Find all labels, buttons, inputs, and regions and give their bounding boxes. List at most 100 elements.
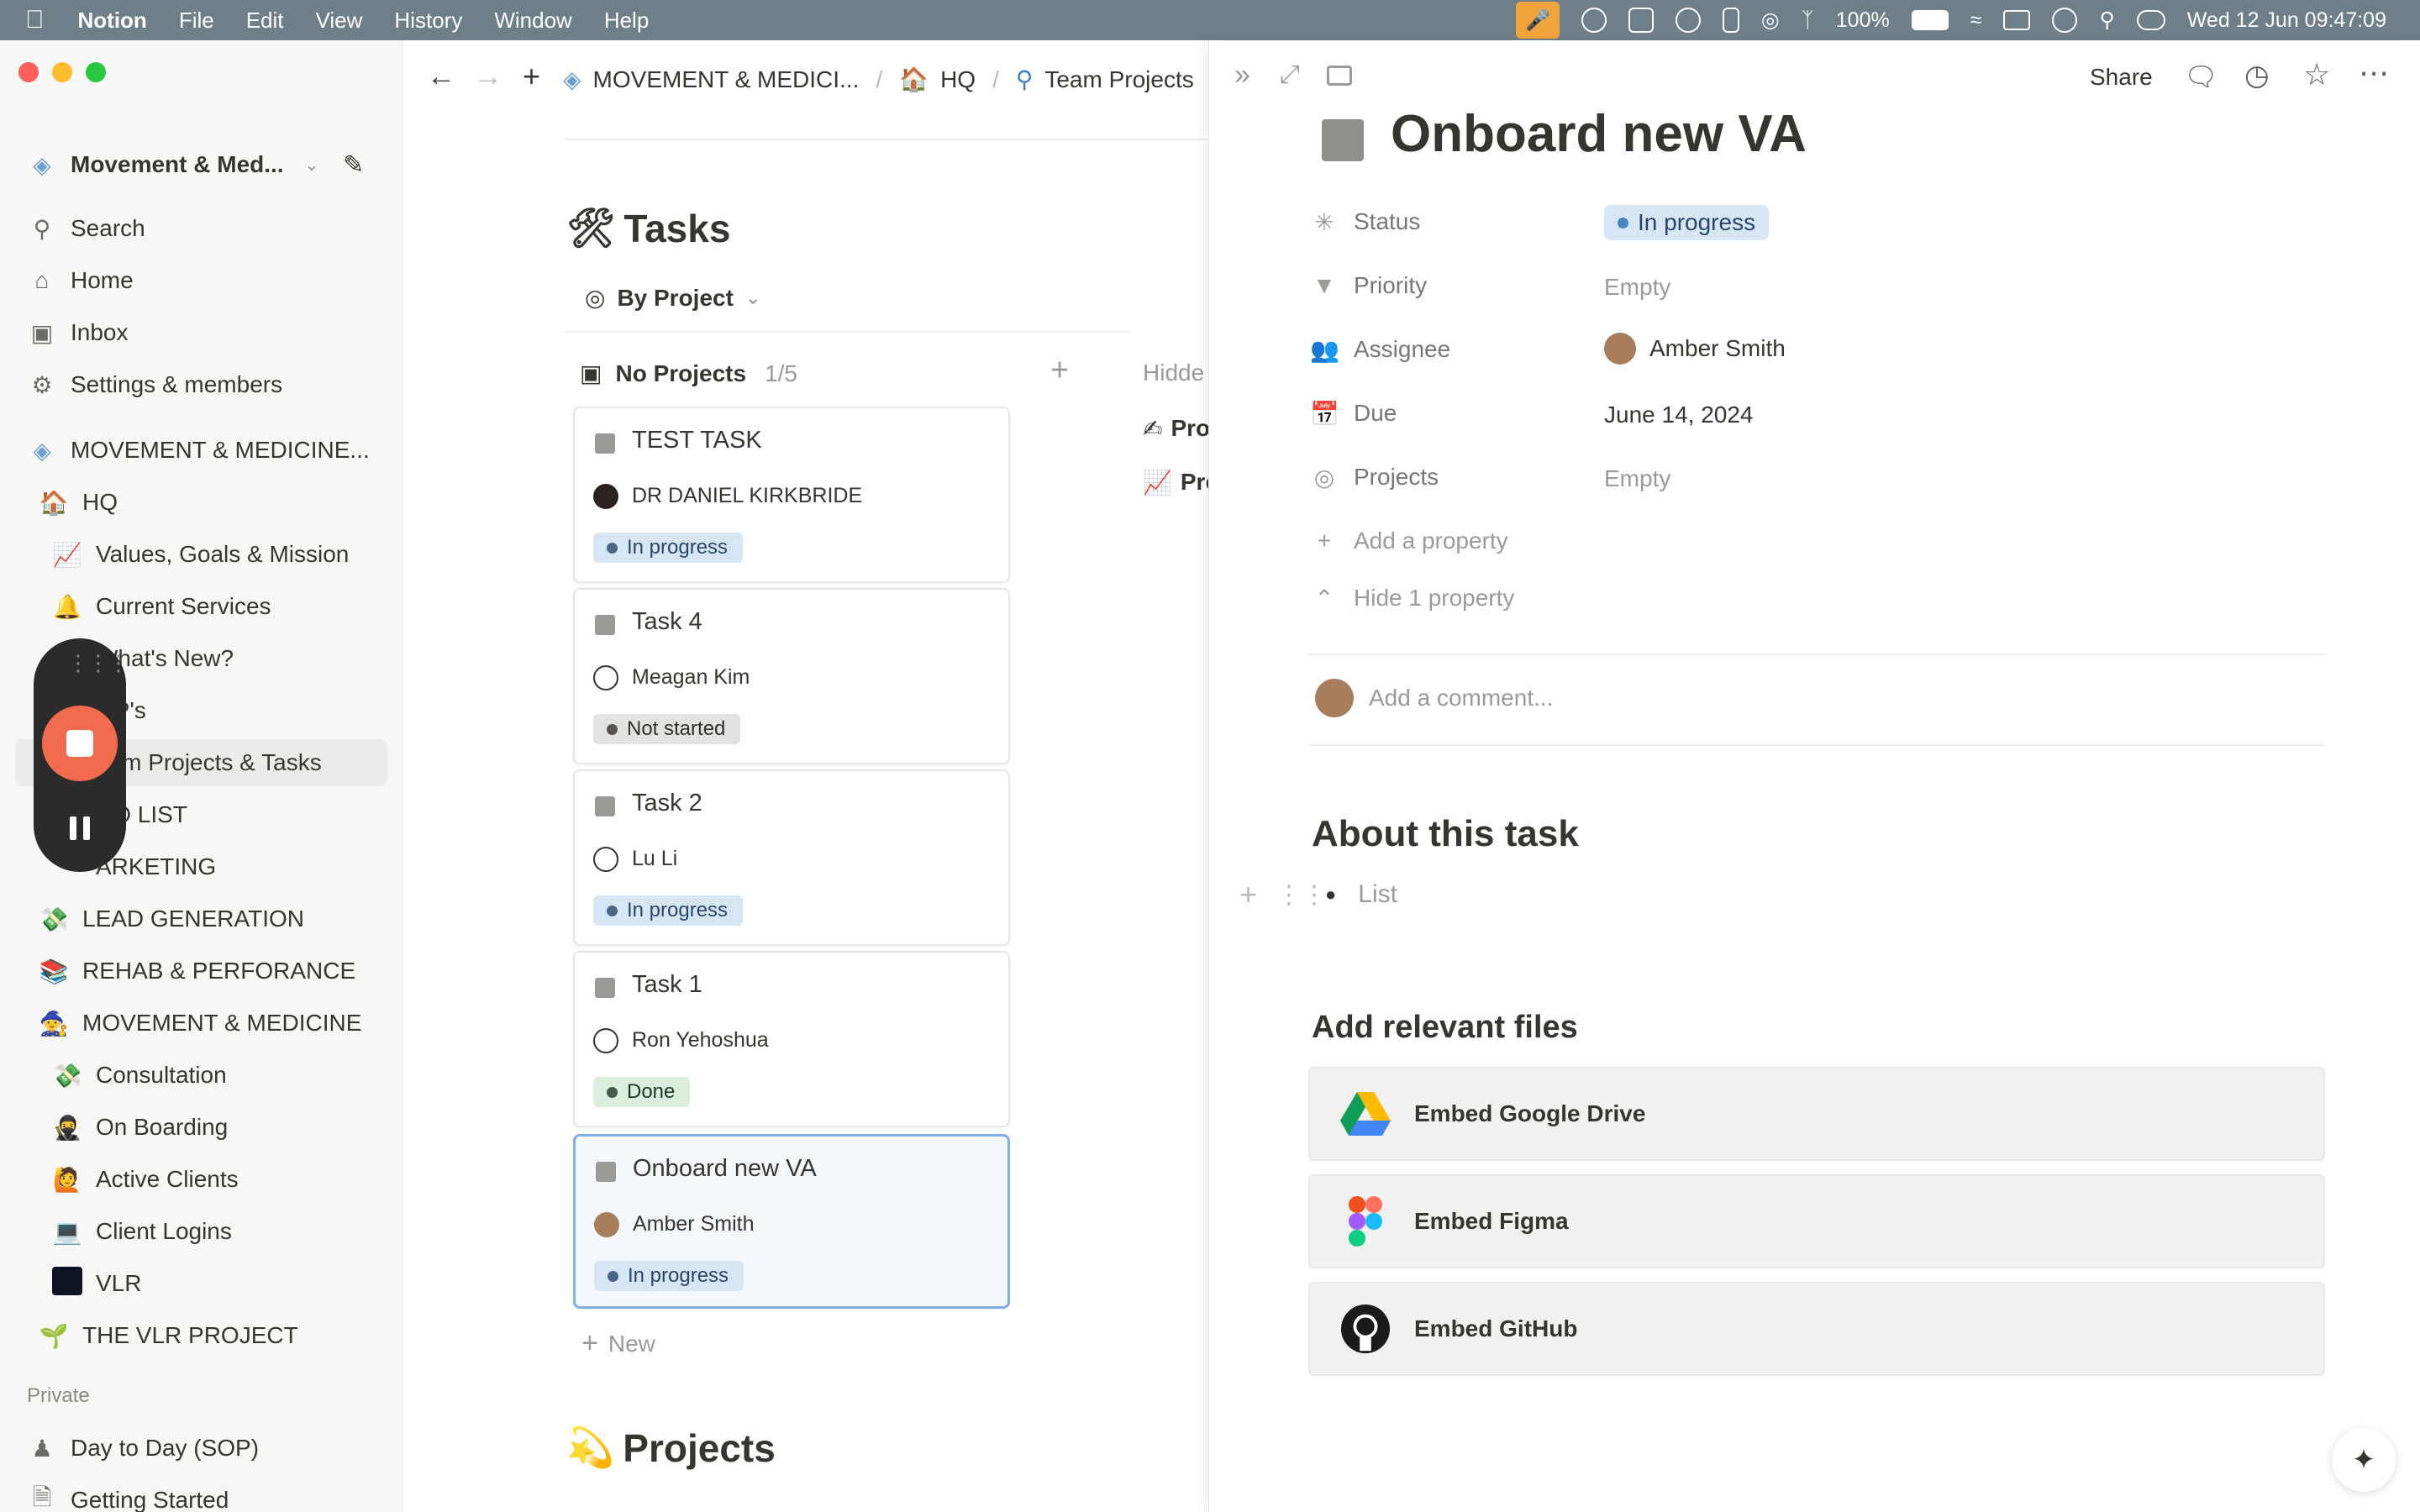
task-card[interactable]: Task 4 Meagan Kim Not started bbox=[573, 588, 1010, 764]
sidebar-item-day-to-day[interactable]: ♟ Day to Day (SOP) bbox=[25, 1425, 387, 1472]
task-card[interactable]: Task 2 Lu Li In progress bbox=[573, 769, 1010, 946]
sidebar-item-vlr[interactable]: VLR bbox=[50, 1260, 387, 1307]
view-selector[interactable]: ◎ By Project ⌄ bbox=[585, 284, 760, 312]
hidden-group-item[interactable]: ✍ Pro bbox=[1143, 415, 1210, 443]
new-page-button[interactable]: + bbox=[523, 59, 540, 94]
sidebar-inbox[interactable]: ▣ Inbox bbox=[25, 309, 387, 356]
breadcrumb-separator: / bbox=[876, 66, 883, 92]
embed-figma-button[interactable]: Embed Figma bbox=[1308, 1174, 2325, 1268]
sidebar-item-consultation[interactable]: 💸 Consultation bbox=[50, 1052, 387, 1099]
notion-status-icon[interactable] bbox=[1628, 8, 1654, 33]
sidebar-item-movement[interactable]: 🧙 MOVEMENT & MEDICINE bbox=[37, 1000, 387, 1047]
drag-handle-icon[interactable]: ⋮⋮⋮ bbox=[67, 650, 129, 676]
sidebar-item-rehab[interactable]: 📚 REHAB & PERFORANCE bbox=[37, 948, 387, 995]
phone-icon[interactable] bbox=[1722, 8, 1739, 33]
breadcrumb-team-projects[interactable]: Team Projects bbox=[1044, 66, 1193, 93]
spotlight-search-icon[interactable]: ⚲ bbox=[2099, 8, 2114, 33]
battery-icon[interactable] bbox=[1911, 10, 1949, 30]
add-property-button[interactable]: + Add a property bbox=[1310, 517, 1508, 564]
menu-history[interactable]: History bbox=[394, 8, 462, 34]
property-due[interactable]: 📅 Due bbox=[1310, 390, 1397, 437]
workspace-switcher[interactable]: ◈ Movement & Med... ⌄ ✎ bbox=[25, 141, 387, 188]
forward-button[interactable]: → bbox=[474, 60, 502, 93]
microphone-icon[interactable]: 🎤 bbox=[1515, 2, 1560, 39]
task-card[interactable]: Task 1 Ron Yehoshua Done bbox=[573, 951, 1010, 1127]
grammarly-icon[interactable] bbox=[1581, 8, 1607, 33]
hidden-groups-label[interactable]: Hidde bbox=[1143, 360, 1204, 386]
menu-file[interactable]: File bbox=[179, 8, 214, 34]
app-menu[interactable]: Notion bbox=[78, 8, 147, 34]
menu-edit[interactable]: Edit bbox=[246, 8, 284, 34]
close-peek-icon[interactable]: » bbox=[1234, 59, 1250, 92]
breadcrumb-hq[interactable]: HQ bbox=[940, 66, 976, 93]
display-icon[interactable] bbox=[2003, 10, 2031, 30]
favorite-star-icon[interactable]: ☆ bbox=[2303, 57, 2330, 92]
expand-icon[interactable]: ⤢ bbox=[1280, 60, 1300, 89]
apple-menu-icon[interactable]:  bbox=[25, 6, 45, 34]
menu-window[interactable]: Window bbox=[494, 8, 571, 34]
pause-recording-button[interactable] bbox=[67, 816, 92, 842]
sidebar-teamspace[interactable]: ◈ MOVEMENT & MEDICINE... bbox=[25, 427, 387, 474]
new-card-button[interactable]: + New bbox=[581, 1327, 655, 1360]
projects-value[interactable]: Empty bbox=[1604, 465, 1670, 492]
files-heading[interactable]: Add relevant files bbox=[1312, 1010, 1578, 1046]
window-zoom-button[interactable] bbox=[86, 62, 106, 82]
sidebar-item-values[interactable]: 📈 Values, Goals & Mission bbox=[50, 531, 387, 578]
comment-box[interactable]: Add a comment... bbox=[1315, 679, 1553, 717]
assignee-value[interactable]: Amber Smith bbox=[1604, 333, 1786, 365]
airdrop-icon[interactable]: ◎ bbox=[1761, 8, 1780, 33]
sidebar-settings[interactable]: ⚙ Settings & members bbox=[25, 361, 387, 408]
sidebar-home[interactable]: ⌂ Home bbox=[25, 257, 387, 304]
control-center-icon[interactable] bbox=[2136, 10, 2165, 30]
menu-help[interactable]: Help bbox=[604, 8, 649, 34]
add-card-button[interactable]: + bbox=[1050, 353, 1069, 389]
chess-pawn-icon: ♟ bbox=[31, 1435, 53, 1462]
due-value[interactable]: June 14, 2024 bbox=[1604, 402, 1754, 428]
history-icon[interactable]: ◷ bbox=[2244, 59, 2270, 92]
sidebar-item-hq[interactable]: 🏠 HQ bbox=[37, 479, 387, 526]
user-icon[interactable] bbox=[2052, 8, 2078, 33]
private-section-header[interactable]: Private bbox=[27, 1384, 90, 1408]
property-status[interactable]: ✳ Status bbox=[1310, 198, 1420, 245]
sidebar-item-current-services[interactable]: 🔔 Current Services bbox=[50, 583, 387, 630]
new-page-icon[interactable]: ✎ bbox=[343, 150, 364, 180]
add-block-icon[interactable]: + bbox=[1239, 877, 1257, 912]
more-options-icon[interactable]: ⋯ bbox=[2359, 55, 2389, 91]
sidebar-item-client-logins[interactable]: 💻 Client Logins bbox=[50, 1208, 387, 1255]
clock[interactable]: Wed 12 Jun 09:47:09 bbox=[2187, 8, 2386, 33]
peek-mode-icon[interactable] bbox=[1327, 66, 1352, 86]
ai-assistant-button[interactable]: ✦ bbox=[2332, 1428, 2396, 1492]
back-button[interactable]: ← bbox=[427, 60, 455, 93]
sidebar-search[interactable]: ⚲ Search bbox=[25, 205, 387, 252]
property-assignee[interactable]: 👥 Assignee bbox=[1310, 326, 1450, 373]
window-close-button[interactable] bbox=[18, 62, 39, 82]
sidebar-item-vlr-project[interactable]: 🌱 THE VLR PROJECT bbox=[37, 1312, 387, 1359]
embed-github-button[interactable]: Embed GitHub bbox=[1308, 1282, 2325, 1376]
figma-icon bbox=[1340, 1196, 1391, 1247]
bluetooth-icon[interactable]: ᛉ bbox=[1802, 8, 1814, 33]
property-priority[interactable]: ▼ Priority bbox=[1310, 262, 1427, 309]
task-card[interactable]: TEST TASK DR DANIEL KIRKBRIDE In progres… bbox=[573, 407, 1010, 583]
stop-recording-button[interactable] bbox=[42, 706, 118, 781]
status-badge[interactable]: In progress bbox=[1604, 205, 1770, 240]
task-card-selected[interactable]: Onboard new VA Amber Smith In progress bbox=[573, 1134, 1010, 1309]
sidebar-item-active-clients[interactable]: 🙋 Active Clients bbox=[50, 1156, 387, 1203]
sidebar-item-getting-started[interactable]: 🗎 Getting Started bbox=[25, 1477, 387, 1512]
wifi-icon[interactable]: ≈ bbox=[1970, 8, 1982, 33]
page-title[interactable]: Onboard new VA bbox=[1391, 104, 1807, 164]
hide-property-button[interactable]: ⌃ Hide 1 property bbox=[1310, 575, 1514, 622]
menu-view[interactable]: View bbox=[316, 8, 363, 34]
sidebar-item-lead-generation[interactable]: 💸 LEAD GENERATION bbox=[37, 895, 387, 942]
comments-icon[interactable]: 🗨 bbox=[2184, 60, 2218, 92]
share-button[interactable]: Share bbox=[2090, 64, 2153, 91]
list-block[interactable]: ● List bbox=[1325, 880, 1397, 909]
about-heading[interactable]: About this task bbox=[1312, 813, 1579, 855]
grammarly-alt-icon[interactable] bbox=[1675, 8, 1701, 33]
drag-handle-icon[interactable]: ⋮⋮ bbox=[1276, 880, 1327, 910]
breadcrumb-workspace[interactable]: MOVEMENT & MEDICI... bbox=[593, 66, 860, 93]
priority-value[interactable]: Empty bbox=[1604, 274, 1670, 301]
property-projects[interactable]: ◎ Projects bbox=[1310, 454, 1439, 501]
sidebar-item-onboarding[interactable]: 🥷 On Boarding bbox=[50, 1104, 387, 1151]
window-minimize-button[interactable] bbox=[52, 62, 72, 82]
embed-google-drive-button[interactable]: Embed Google Drive bbox=[1308, 1067, 2325, 1161]
